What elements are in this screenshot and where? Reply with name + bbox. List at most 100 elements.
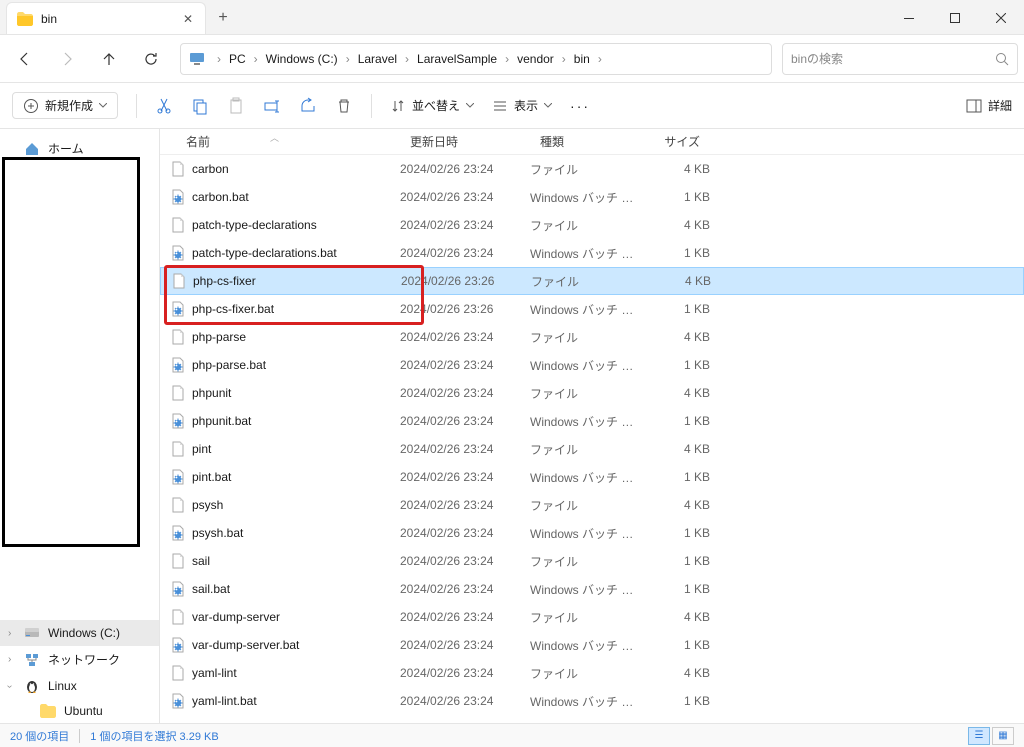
file-size: 1 KB xyxy=(640,358,710,372)
chevron-right-icon[interactable]: › xyxy=(501,52,513,66)
chevron-right-icon[interactable]: › xyxy=(250,52,262,66)
file-row[interactable]: pint2024/02/26 23:24ファイル4 KB xyxy=(160,435,1024,463)
file-row[interactable]: psysh.bat2024/02/26 23:24Windows バッチ ファ.… xyxy=(160,519,1024,547)
view-button[interactable]: 表示 xyxy=(492,97,552,114)
file-row[interactable]: carbon2024/02/26 23:24ファイル4 KB xyxy=(160,155,1024,183)
file-name: phpunit xyxy=(192,386,231,400)
separator xyxy=(136,94,137,118)
breadcrumb[interactable]: › PC›Windows (C:)›Laravel›LaravelSample›… xyxy=(180,43,772,75)
column-name[interactable]: 名前︿ xyxy=(160,133,400,150)
sidebar-item-ubuntu[interactable]: Ubuntu xyxy=(0,699,159,723)
file-name: psysh xyxy=(192,498,223,512)
column-type[interactable]: 種類 xyxy=(530,133,640,150)
file-date: 2024/02/26 23:24 xyxy=(400,414,530,428)
breadcrumb-segment[interactable]: vendor xyxy=(513,44,558,74)
file-type: Windows バッチ ファ... xyxy=(530,301,640,318)
file-date: 2024/02/26 23:26 xyxy=(401,274,531,288)
view-label: 表示 xyxy=(514,97,538,114)
file-row[interactable]: patch-type-declarations2024/02/26 23:24フ… xyxy=(160,211,1024,239)
file-size: 1 KB xyxy=(640,694,710,708)
file-row[interactable]: yaml-lint.bat2024/02/26 23:24Windows バッチ… xyxy=(160,687,1024,715)
forward-button[interactable] xyxy=(48,41,86,77)
file-row[interactable]: phpunit2024/02/26 23:24ファイル4 KB xyxy=(160,379,1024,407)
tab-current[interactable]: bin ✕ xyxy=(6,2,206,34)
chevron-right-icon[interactable]: › xyxy=(213,52,225,66)
file-row[interactable]: php-parse2024/02/26 23:24ファイル4 KB xyxy=(160,323,1024,351)
breadcrumb-segment[interactable]: PC xyxy=(225,44,250,74)
chevron-right-icon[interactable]: › xyxy=(342,52,354,66)
refresh-button[interactable] xyxy=(132,41,170,77)
chevron-right-icon[interactable]: › xyxy=(401,52,413,66)
chevron-right-icon[interactable]: › xyxy=(594,52,606,66)
file-date: 2024/02/26 23:24 xyxy=(400,246,530,260)
file-row[interactable]: psysh2024/02/26 23:24ファイル4 KB xyxy=(160,491,1024,519)
more-button[interactable]: ··· xyxy=(570,98,590,114)
sort-button[interactable]: 並べ替え xyxy=(390,97,474,114)
file-row[interactable]: php-parse.bat2024/02/26 23:24Windows バッチ… xyxy=(160,351,1024,379)
file-row[interactable]: php-cs-fixer2024/02/26 23:26ファイル4 KB xyxy=(160,267,1024,295)
file-row[interactable]: carbon.bat2024/02/26 23:24Windows バッチ ファ… xyxy=(160,183,1024,211)
new-button[interactable]: 新規作成 xyxy=(12,92,118,119)
column-size[interactable]: サイズ xyxy=(640,133,710,150)
file-row[interactable]: sail.bat2024/02/26 23:24Windows バッチ ファ..… xyxy=(160,575,1024,603)
up-button[interactable] xyxy=(90,41,128,77)
search-input[interactable]: binの検索 xyxy=(782,43,1018,75)
sort-icon xyxy=(390,98,406,114)
sidebar-item-windows-c[interactable]: › Windows (C:) xyxy=(0,620,159,646)
sidebar-item-linux[interactable]: › Linux xyxy=(0,673,159,699)
breadcrumb-segment[interactable]: bin xyxy=(570,44,594,74)
close-button[interactable] xyxy=(978,2,1024,34)
file-row[interactable]: yaml-lint2024/02/26 23:24ファイル4 KB xyxy=(160,659,1024,687)
file-size: 1 KB xyxy=(640,414,710,428)
maximize-button[interactable] xyxy=(932,2,978,34)
chevron-down-icon xyxy=(544,103,552,108)
file-row[interactable]: patch-type-declarations.bat2024/02/26 23… xyxy=(160,239,1024,267)
redacted-area xyxy=(2,157,140,547)
file-row[interactable]: var-dump-server.bat2024/02/26 23:24Windo… xyxy=(160,631,1024,659)
breadcrumb-segment[interactable]: LaravelSample xyxy=(413,44,501,74)
pc-icon[interactable] xyxy=(185,44,213,74)
file-row[interactable]: var-dump-server2024/02/26 23:24ファイル4 KB xyxy=(160,603,1024,631)
share-icon[interactable] xyxy=(299,97,317,115)
breadcrumb-segment[interactable]: Windows (C:) xyxy=(262,44,342,74)
file-row[interactable]: phpunit.bat2024/02/26 23:24Windows バッチ フ… xyxy=(160,407,1024,435)
minimize-button[interactable] xyxy=(886,2,932,34)
paste-icon[interactable] xyxy=(227,97,245,115)
file-type: ファイル xyxy=(530,553,640,570)
file-type: ファイル xyxy=(530,385,640,402)
chevron-right-icon[interactable]: › xyxy=(558,52,570,66)
column-date[interactable]: 更新日時 xyxy=(400,133,530,150)
chevron-right-icon[interactable]: › xyxy=(8,654,11,665)
file-date: 2024/02/26 23:24 xyxy=(400,554,530,568)
file-name: carbon xyxy=(192,162,229,176)
rename-icon[interactable] xyxy=(263,97,281,115)
cut-icon[interactable] xyxy=(155,97,173,115)
file-type: Windows バッチ ファ... xyxy=(530,581,640,598)
file-name: pint xyxy=(192,442,211,456)
delete-icon[interactable] xyxy=(335,97,353,115)
file-type: ファイル xyxy=(530,497,640,514)
file-row[interactable]: pint.bat2024/02/26 23:24Windows バッチ ファ..… xyxy=(160,463,1024,491)
file-date: 2024/02/26 23:24 xyxy=(400,442,530,456)
thumbnails-view-button[interactable]: ▦ xyxy=(992,727,1014,745)
tab-close-button[interactable]: ✕ xyxy=(179,10,197,28)
details-view-button[interactable]: ☰ xyxy=(968,727,990,745)
sidebar-item-network[interactable]: › ネットワーク xyxy=(0,646,159,673)
copy-icon[interactable] xyxy=(191,97,209,115)
file-row[interactable]: sail2024/02/26 23:24ファイル1 KB xyxy=(160,547,1024,575)
file-date: 2024/02/26 23:24 xyxy=(400,358,530,372)
file-type: Windows バッチ ファ... xyxy=(530,525,640,542)
chevron-right-icon[interactable]: › xyxy=(8,628,11,639)
column-headers: 名前︿ 更新日時 種類 サイズ xyxy=(160,129,1024,155)
file-name: sail.bat xyxy=(192,582,230,596)
file-size: 4 KB xyxy=(641,274,711,288)
file-type: ファイル xyxy=(530,161,640,178)
new-tab-button[interactable]: + xyxy=(206,2,240,34)
breadcrumb-segment[interactable]: Laravel xyxy=(354,44,401,74)
sort-ascending-icon: ︿ xyxy=(270,131,279,144)
back-button[interactable] xyxy=(6,41,44,77)
file-row[interactable]: php-cs-fixer.bat2024/02/26 23:26Windows … xyxy=(160,295,1024,323)
details-label[interactable]: 詳細 xyxy=(988,97,1012,114)
chevron-down-icon[interactable]: › xyxy=(4,684,15,687)
file-name: pint.bat xyxy=(192,470,231,484)
